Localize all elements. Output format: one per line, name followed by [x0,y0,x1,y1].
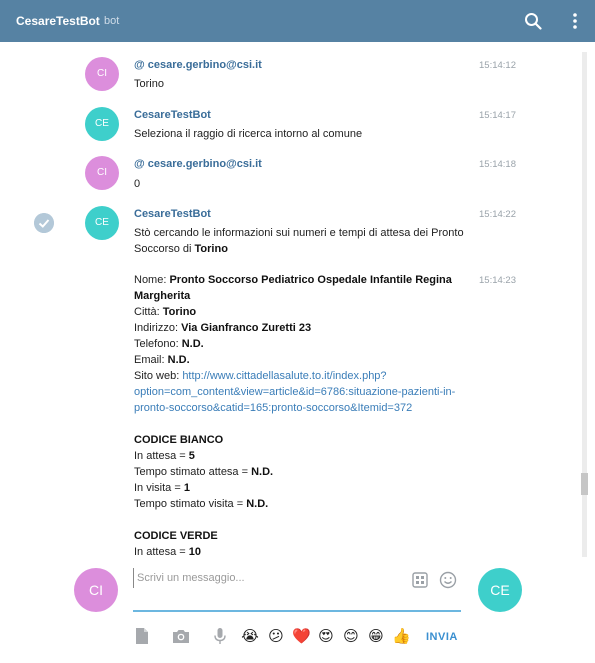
white-est-wait-line: Tempo stimato attesa = N.D. [134,464,479,480]
attach-document-icon[interactable] [133,627,151,645]
message-line: Stò cercando le informazioni sui numeri … [134,227,464,239]
detail-address-line: Indirizzo: Via Gianfranco Zuretti 23 [134,320,479,336]
check-icon [34,213,54,233]
message-sender[interactable]: @ cesare.gerbino@csi.it [134,158,262,170]
field-value: N.D. [251,466,274,478]
field-label: Indirizzo: [134,322,182,334]
detail-site-line: Sito web: http://www.cittadellasalute.to… [134,368,479,384]
field-value: Margherita [134,290,191,302]
green-waiting-line: In attesa = 10 [134,544,479,560]
message-time: 15:14:12 [479,60,516,71]
message-sender[interactable]: CesareTestBot [134,109,211,121]
message-sender[interactable]: CesareTestBot [134,208,211,220]
more-menu-icon[interactable] [567,12,583,30]
message-text: Stò cercando le informazioni sui numeri … [134,225,479,257]
message-text: Torino [134,78,164,90]
detail-phone-line: Telefono: N.D. [134,336,479,352]
field-value: Pronto Soccorso Pediatrico Ospedale Infa… [169,274,452,286]
field-value: N.D. [181,338,204,350]
detail-email-line: Email: N.D. [134,352,479,368]
message-time: 15:14:18 [479,159,516,170]
search-icon[interactable] [524,12,542,30]
field-label: Tempo stimato visita = [134,498,247,510]
message-text: Seleziona il raggio di ricerca intorno a… [134,128,363,140]
section-title: CODICE BIANCO [134,434,224,446]
website-link[interactable]: option=com_content&view=article&id=6786:… [134,386,455,398]
field-label: Tempo stimato attesa = [134,466,252,478]
white-visit-line: In visita = 1 [134,480,479,496]
emoji-confused-icon[interactable]: 😕 [267,627,285,645]
field-value: 10 [188,546,201,558]
emoji-thumbs-up-icon[interactable]: 👍 [392,627,411,645]
send-button[interactable]: INVIA [426,631,458,643]
microphone-icon[interactable] [211,627,229,645]
camera-icon[interactable] [172,627,190,645]
field-label: Nome: [134,274,170,286]
detail-site-line-3: pronto-soccorso&catid=165:pronto-soccors… [134,400,479,416]
detail-name-line-2: Margherita [134,288,479,304]
code-white-title: CODICE BIANCO [134,432,479,448]
field-label: Email: [134,354,168,366]
avatar[interactable]: CE [85,107,119,141]
my-avatar[interactable]: CI [74,568,118,612]
field-label: Sito web: [134,370,183,382]
message-time: 15:14:22 [479,209,516,220]
sticker-icon[interactable] [412,572,428,588]
code-green-title: CODICE VERDE [134,528,479,544]
field-value: N.D. [246,498,269,510]
field-value: Via Gianfranco Zuretti 23 [181,322,312,334]
message-input[interactable] [133,568,403,588]
field-label: In visita = [134,482,184,494]
emoji-grin-icon[interactable]: 😁 [367,627,385,645]
chat-subtitle: bot [104,15,120,27]
message-line-text: Soccorso di [134,243,195,255]
white-est-visit-line: Tempo stimato visita = N.D. [134,496,479,512]
emoji-smile-icon[interactable]: 😊 [342,627,360,645]
message-text: 0 [134,178,141,190]
emoji-heart-icon[interactable]: ❤️ [292,627,311,645]
detail-site-line-2: option=com_content&view=article&id=6786:… [134,384,479,400]
message-time: 15:14:23 [479,275,516,286]
website-link[interactable]: http://www.cittadellasalute.to.it/index.… [182,370,386,382]
field-label: In attesa = [134,450,189,462]
message-sender[interactable]: @ cesare.gerbino@csi.it [134,59,262,71]
message-time: 15:14:17 [479,110,516,121]
field-value: N.D. [167,354,190,366]
emoji-icon[interactable] [439,571,457,589]
avatar[interactable]: CI [85,156,119,190]
message-bold: Torino [194,243,228,255]
chat-title[interactable]: CesareTestBot [16,14,100,28]
message-list[interactable]: CI @ cesare.gerbino@csi.it 15:14:12 Tori… [0,42,595,560]
field-label: In attesa = [134,546,189,558]
message-line: Soccorso di Torino [134,241,479,257]
scrollbar-thumb[interactable] [581,473,588,495]
website-link[interactable]: pronto-soccorso&catid=165:pronto-soccors… [134,402,412,414]
bot-avatar[interactable]: CE [478,568,522,612]
message-text: Nome: Pronto Soccorso Pediatrico Ospedal… [134,272,479,560]
field-label: Città: [134,306,163,318]
avatar[interactable]: CI [85,57,119,91]
section-title: CODICE VERDE [134,530,218,542]
field-value: 5 [188,450,195,462]
avatar[interactable]: CE [85,206,119,240]
field-label: Telefono: [134,338,182,350]
detail-name-line: Nome: Pronto Soccorso Pediatrico Ospedal… [134,272,479,288]
white-waiting-line: In attesa = 5 [134,448,479,464]
emoji-heart-eyes-icon[interactable]: 😍 [317,627,335,645]
field-value: Torino [162,306,197,318]
chat-header: CesareTestBot bot [0,0,595,42]
field-value: 1 [183,482,190,494]
emoji-crying-icon[interactable]: 😭 [241,627,259,645]
detail-city-line: Città: Torino [134,304,479,320]
